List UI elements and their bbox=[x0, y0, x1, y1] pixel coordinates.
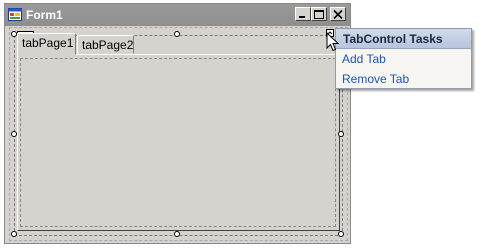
tasks-title: TabControl Tasks bbox=[343, 32, 443, 46]
tasks-header: TabControl Tasks bbox=[336, 29, 471, 49]
resize-handle-right[interactable] bbox=[338, 131, 344, 137]
resize-handle-bottom-left[interactable] bbox=[11, 231, 17, 237]
tab-tabpage1[interactable]: tabPage1 bbox=[17, 33, 76, 55]
remove-tab-link[interactable]: Remove Tab bbox=[342, 72, 409, 86]
resize-handle-top[interactable] bbox=[174, 31, 180, 37]
resize-handle-bottom[interactable] bbox=[174, 231, 180, 237]
maximize-icon bbox=[314, 10, 324, 19]
form-icon bbox=[8, 8, 22, 21]
window-title: Form1 bbox=[26, 8, 63, 22]
title-bar[interactable]: Form1 bbox=[5, 4, 350, 26]
tab-tabpage2[interactable]: tabPage2 bbox=[77, 35, 134, 54]
minimize-icon bbox=[299, 16, 305, 18]
close-icon bbox=[333, 10, 343, 19]
resize-handle-left[interactable] bbox=[11, 131, 17, 137]
maximize-button[interactable] bbox=[311, 7, 327, 21]
add-tab-link[interactable]: Add Tab bbox=[342, 52, 386, 66]
tab-page-area[interactable] bbox=[20, 58, 336, 227]
resize-handle-bottom-right[interactable] bbox=[338, 231, 344, 237]
tabcontrol-tasks-panel: TabControl Tasks Add Tab Remove Tab bbox=[335, 28, 472, 89]
minimize-button[interactable] bbox=[295, 7, 311, 21]
close-button[interactable] bbox=[330, 7, 346, 21]
cursor-icon bbox=[326, 32, 340, 52]
tab-tabpage1-label: tabPage1 bbox=[22, 36, 74, 50]
tab-tabpage2-label: tabPage2 bbox=[82, 38, 134, 52]
